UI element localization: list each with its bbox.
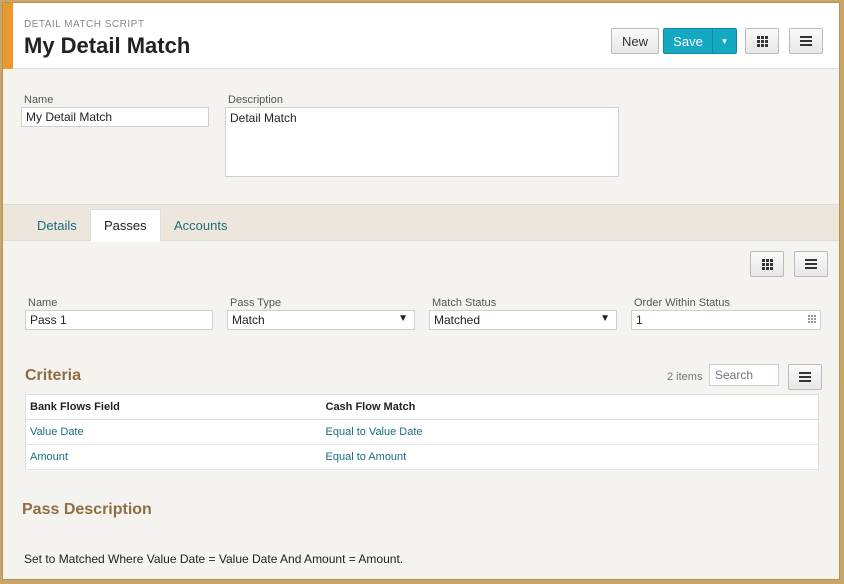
detail-match-window: DETAIL MATCH SCRIPT My Detail Match New … (2, 2, 840, 580)
tab-details[interactable]: Details (24, 209, 90, 242)
pass-name-label: Name (28, 297, 58, 309)
page-title: My Detail Match (24, 33, 191, 58)
pass-type-select[interactable]: Match ▼ (227, 310, 415, 330)
cash-flow-match-cell[interactable]: Equal to Value Date (321, 419, 819, 445)
name-field[interactable] (21, 107, 209, 127)
match-status-select[interactable]: Matched ▼ (429, 310, 617, 330)
tab-bar: Details Passes Accounts (3, 204, 839, 242)
pass-description-title: Pass Description (22, 501, 152, 518)
pass-type-label: Pass Type (230, 297, 282, 309)
table-header-row: Bank Flows Field Cash Flow Match (25, 394, 819, 420)
tab-passes[interactable]: Passes (90, 209, 161, 242)
pass-description-text: Set to Matched Where Value Date = Value … (24, 552, 404, 566)
caret-down-icon: ▼ (600, 313, 610, 324)
pass-name-field[interactable] (25, 310, 213, 330)
tab-accounts[interactable]: Accounts (161, 209, 240, 242)
table-row[interactable]: Amount Equal to Amount (25, 444, 819, 470)
order-within-status-label: Order Within Status (634, 297, 730, 309)
pass-type-value: Match (232, 313, 265, 327)
menu-icon (800, 36, 812, 46)
bank-flows-field-cell[interactable]: Amount (25, 444, 322, 470)
grid-view-button[interactable] (745, 28, 779, 54)
grid-icon (756, 35, 768, 47)
column-header-bank-flows-field[interactable]: Bank Flows Field (25, 394, 322, 420)
caret-down-icon: ▼ (720, 36, 729, 46)
cash-flow-match-cell[interactable]: Equal to Amount (321, 444, 819, 470)
accent-bar (3, 3, 13, 69)
save-button[interactable]: Save (663, 28, 713, 54)
new-button[interactable]: New (611, 28, 659, 54)
criteria-search-input[interactable] (709, 364, 779, 386)
passes-menu-button[interactable] (794, 251, 828, 277)
page-header: DETAIL MATCH SCRIPT My Detail Match New … (3, 3, 839, 69)
caret-down-icon: ▼ (398, 313, 408, 324)
match-status-label: Match Status (432, 297, 497, 309)
column-header-cash-flow-match[interactable]: Cash Flow Match (321, 394, 819, 420)
menu-button[interactable] (789, 28, 823, 54)
description-label: Description (228, 94, 284, 106)
table-row[interactable]: Value Date Equal to Value Date (25, 419, 819, 445)
grid-icon (761, 258, 773, 270)
passes-grid-view-button[interactable] (750, 251, 784, 277)
match-status-value: Matched (434, 313, 481, 327)
menu-icon (799, 372, 811, 382)
order-within-status-value: 1 (636, 313, 643, 327)
criteria-title: Criteria (25, 367, 82, 384)
order-within-status-field[interactable]: 1 (631, 310, 821, 330)
numpad-icon (808, 315, 816, 323)
page-eyebrow: DETAIL MATCH SCRIPT (24, 19, 145, 30)
description-field[interactable]: Detail Match (225, 107, 619, 177)
criteria-menu-button[interactable] (788, 364, 822, 390)
criteria-table: Bank Flows Field Cash Flow Match Value D… (25, 394, 819, 470)
name-label: Name (24, 94, 54, 106)
criteria-count: 2 items (667, 371, 703, 383)
save-dropdown-button[interactable]: ▼ (712, 28, 737, 54)
menu-icon (805, 259, 817, 269)
bank-flows-field-cell[interactable]: Value Date (25, 419, 322, 445)
